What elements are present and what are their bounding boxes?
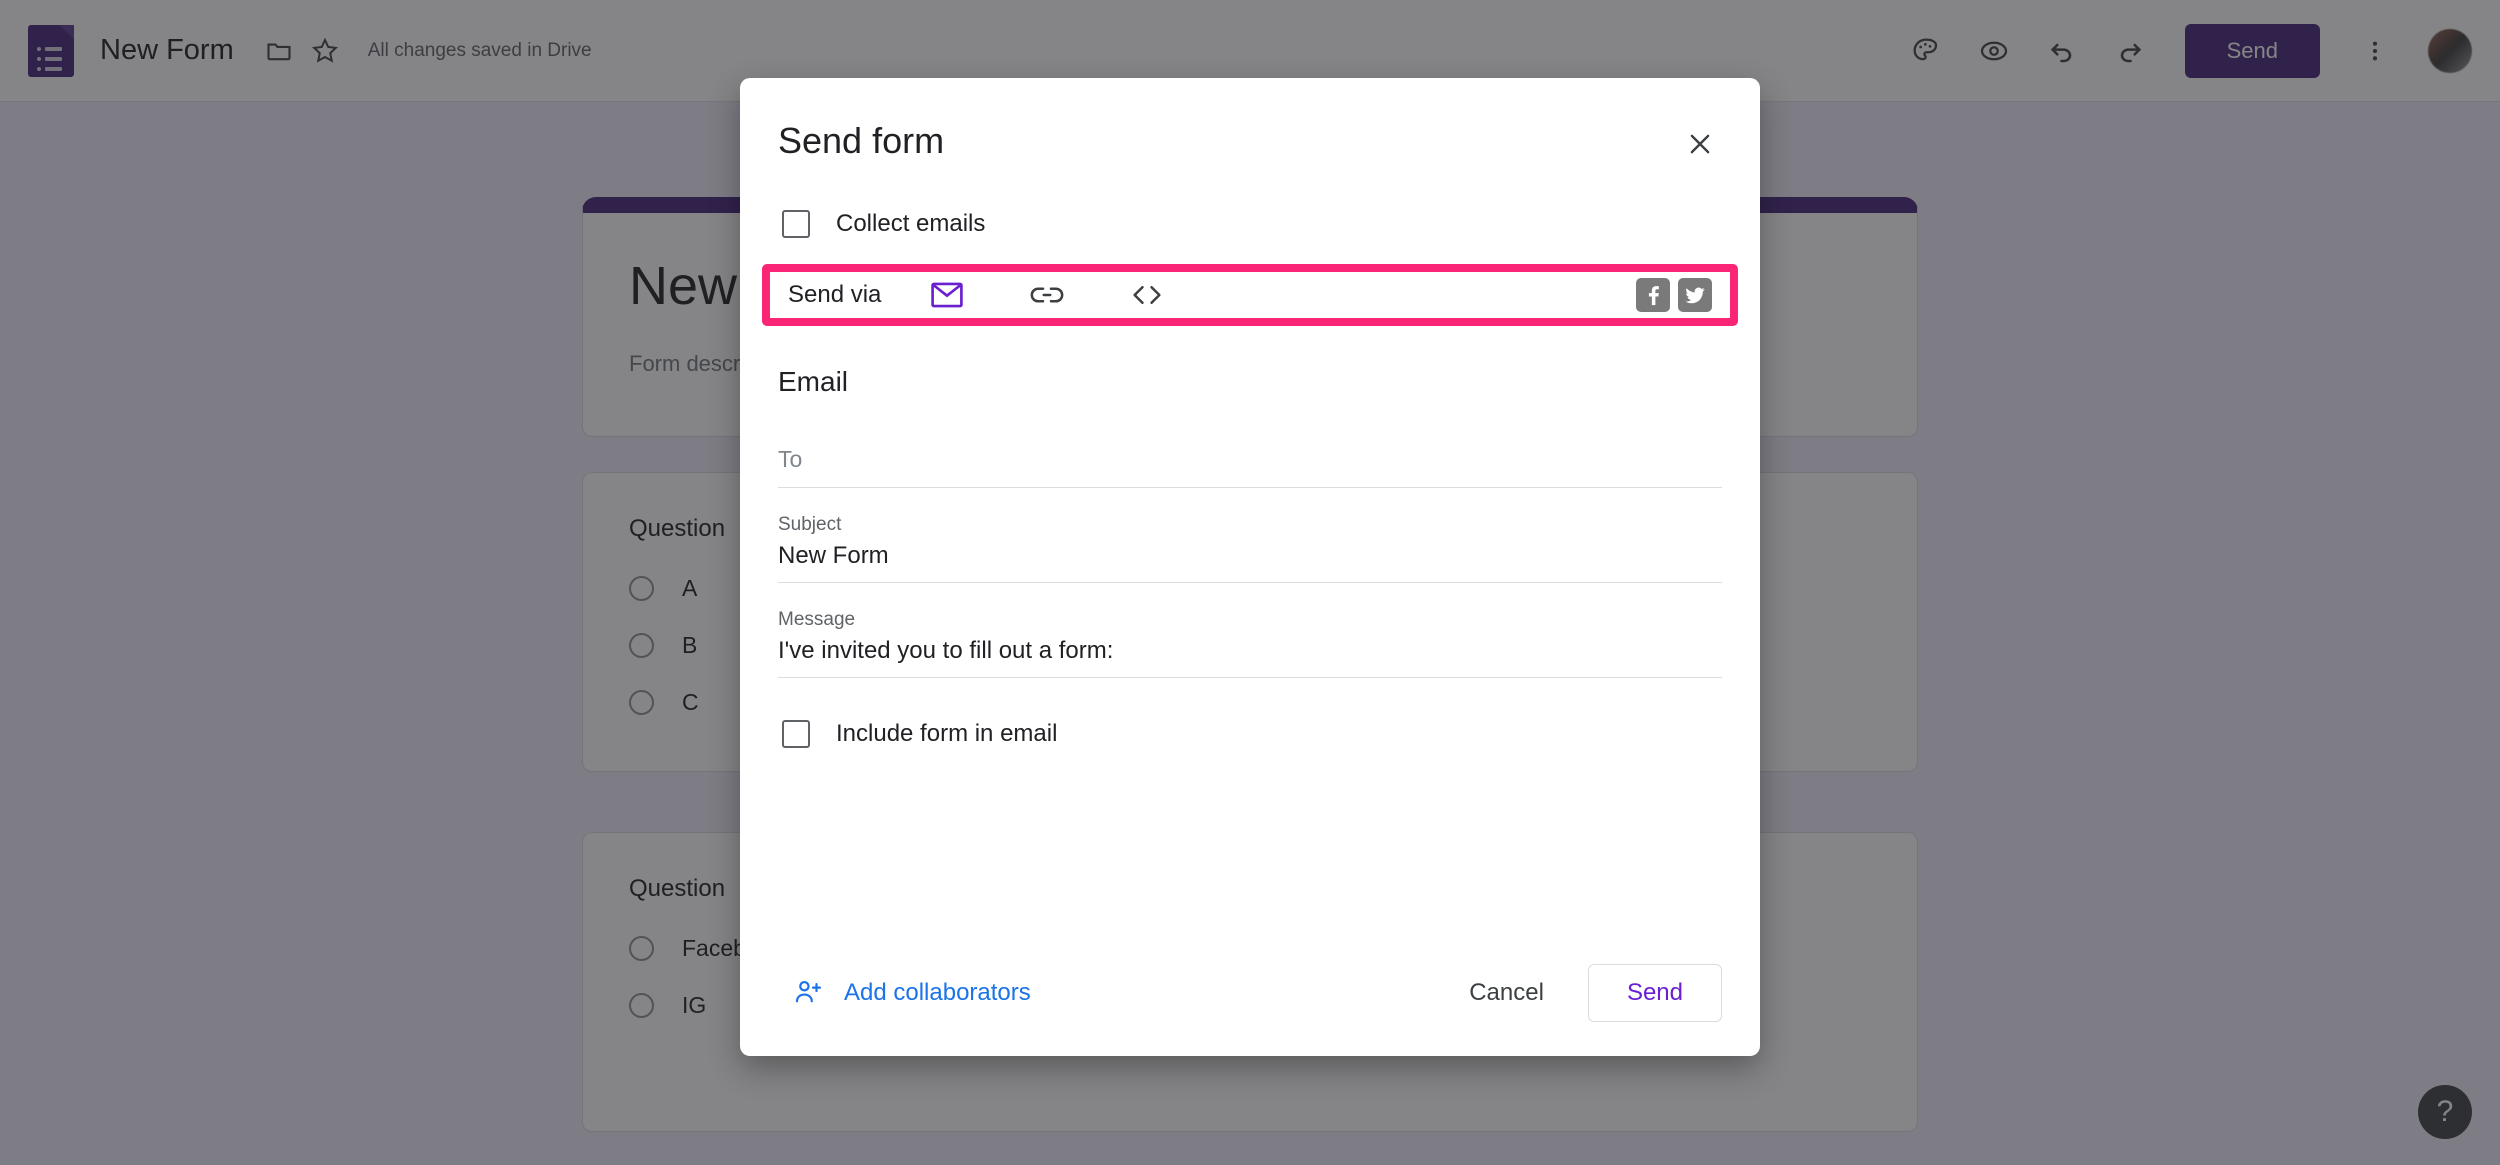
close-icon[interactable] bbox=[1678, 122, 1722, 166]
send-via-row: Send via bbox=[762, 264, 1738, 326]
twitter-icon[interactable] bbox=[1678, 278, 1712, 312]
message-label: Message bbox=[778, 609, 856, 630]
facebook-icon[interactable] bbox=[1636, 278, 1670, 312]
to-field-wrapper bbox=[778, 440, 1722, 488]
email-section-heading: Email bbox=[778, 366, 849, 397]
to-input[interactable] bbox=[778, 440, 1722, 488]
add-collaborators-label: Add collaborators bbox=[844, 979, 1031, 1006]
send-via-tabs bbox=[925, 275, 1169, 315]
link-chain-icon[interactable] bbox=[1025, 275, 1069, 315]
subject-label: Subject bbox=[778, 514, 842, 535]
social-share-group bbox=[1636, 278, 1712, 312]
dialog-footer: Add collaborators Cancel Send bbox=[778, 964, 1722, 1022]
envelope-icon[interactable] bbox=[925, 275, 969, 315]
include-form-checkbox[interactable]: Include form in email bbox=[778, 720, 1722, 748]
send-form-dialog: Send form Collect emails Send via Email … bbox=[740, 78, 1760, 1056]
collect-emails-label: Collect emails bbox=[836, 210, 986, 237]
add-collaborators-button[interactable]: Add collaborators bbox=[784, 970, 1041, 1017]
subject-field-wrapper: Subject bbox=[778, 514, 1722, 583]
collect-emails-checkbox[interactable]: Collect emails bbox=[778, 210, 1722, 238]
embed-code-icon[interactable] bbox=[1125, 275, 1169, 315]
message-field-wrapper: Message bbox=[778, 609, 1722, 678]
cancel-button[interactable]: Cancel bbox=[1451, 967, 1562, 1019]
message-input[interactable] bbox=[778, 631, 1722, 678]
include-form-label: Include form in email bbox=[836, 720, 1058, 747]
dialog-header: Send form bbox=[778, 78, 1722, 166]
send-button-dialog[interactable]: Send bbox=[1587, 964, 1722, 1022]
dialog-title: Send form bbox=[778, 120, 945, 161]
checkbox-icon[interactable] bbox=[782, 210, 810, 238]
subject-input[interactable] bbox=[778, 536, 1722, 583]
footer-actions: Cancel Send bbox=[1451, 964, 1722, 1022]
checkbox-icon[interactable] bbox=[782, 720, 810, 748]
person-add-icon bbox=[794, 978, 824, 1009]
send-via-label: Send via bbox=[788, 281, 882, 308]
